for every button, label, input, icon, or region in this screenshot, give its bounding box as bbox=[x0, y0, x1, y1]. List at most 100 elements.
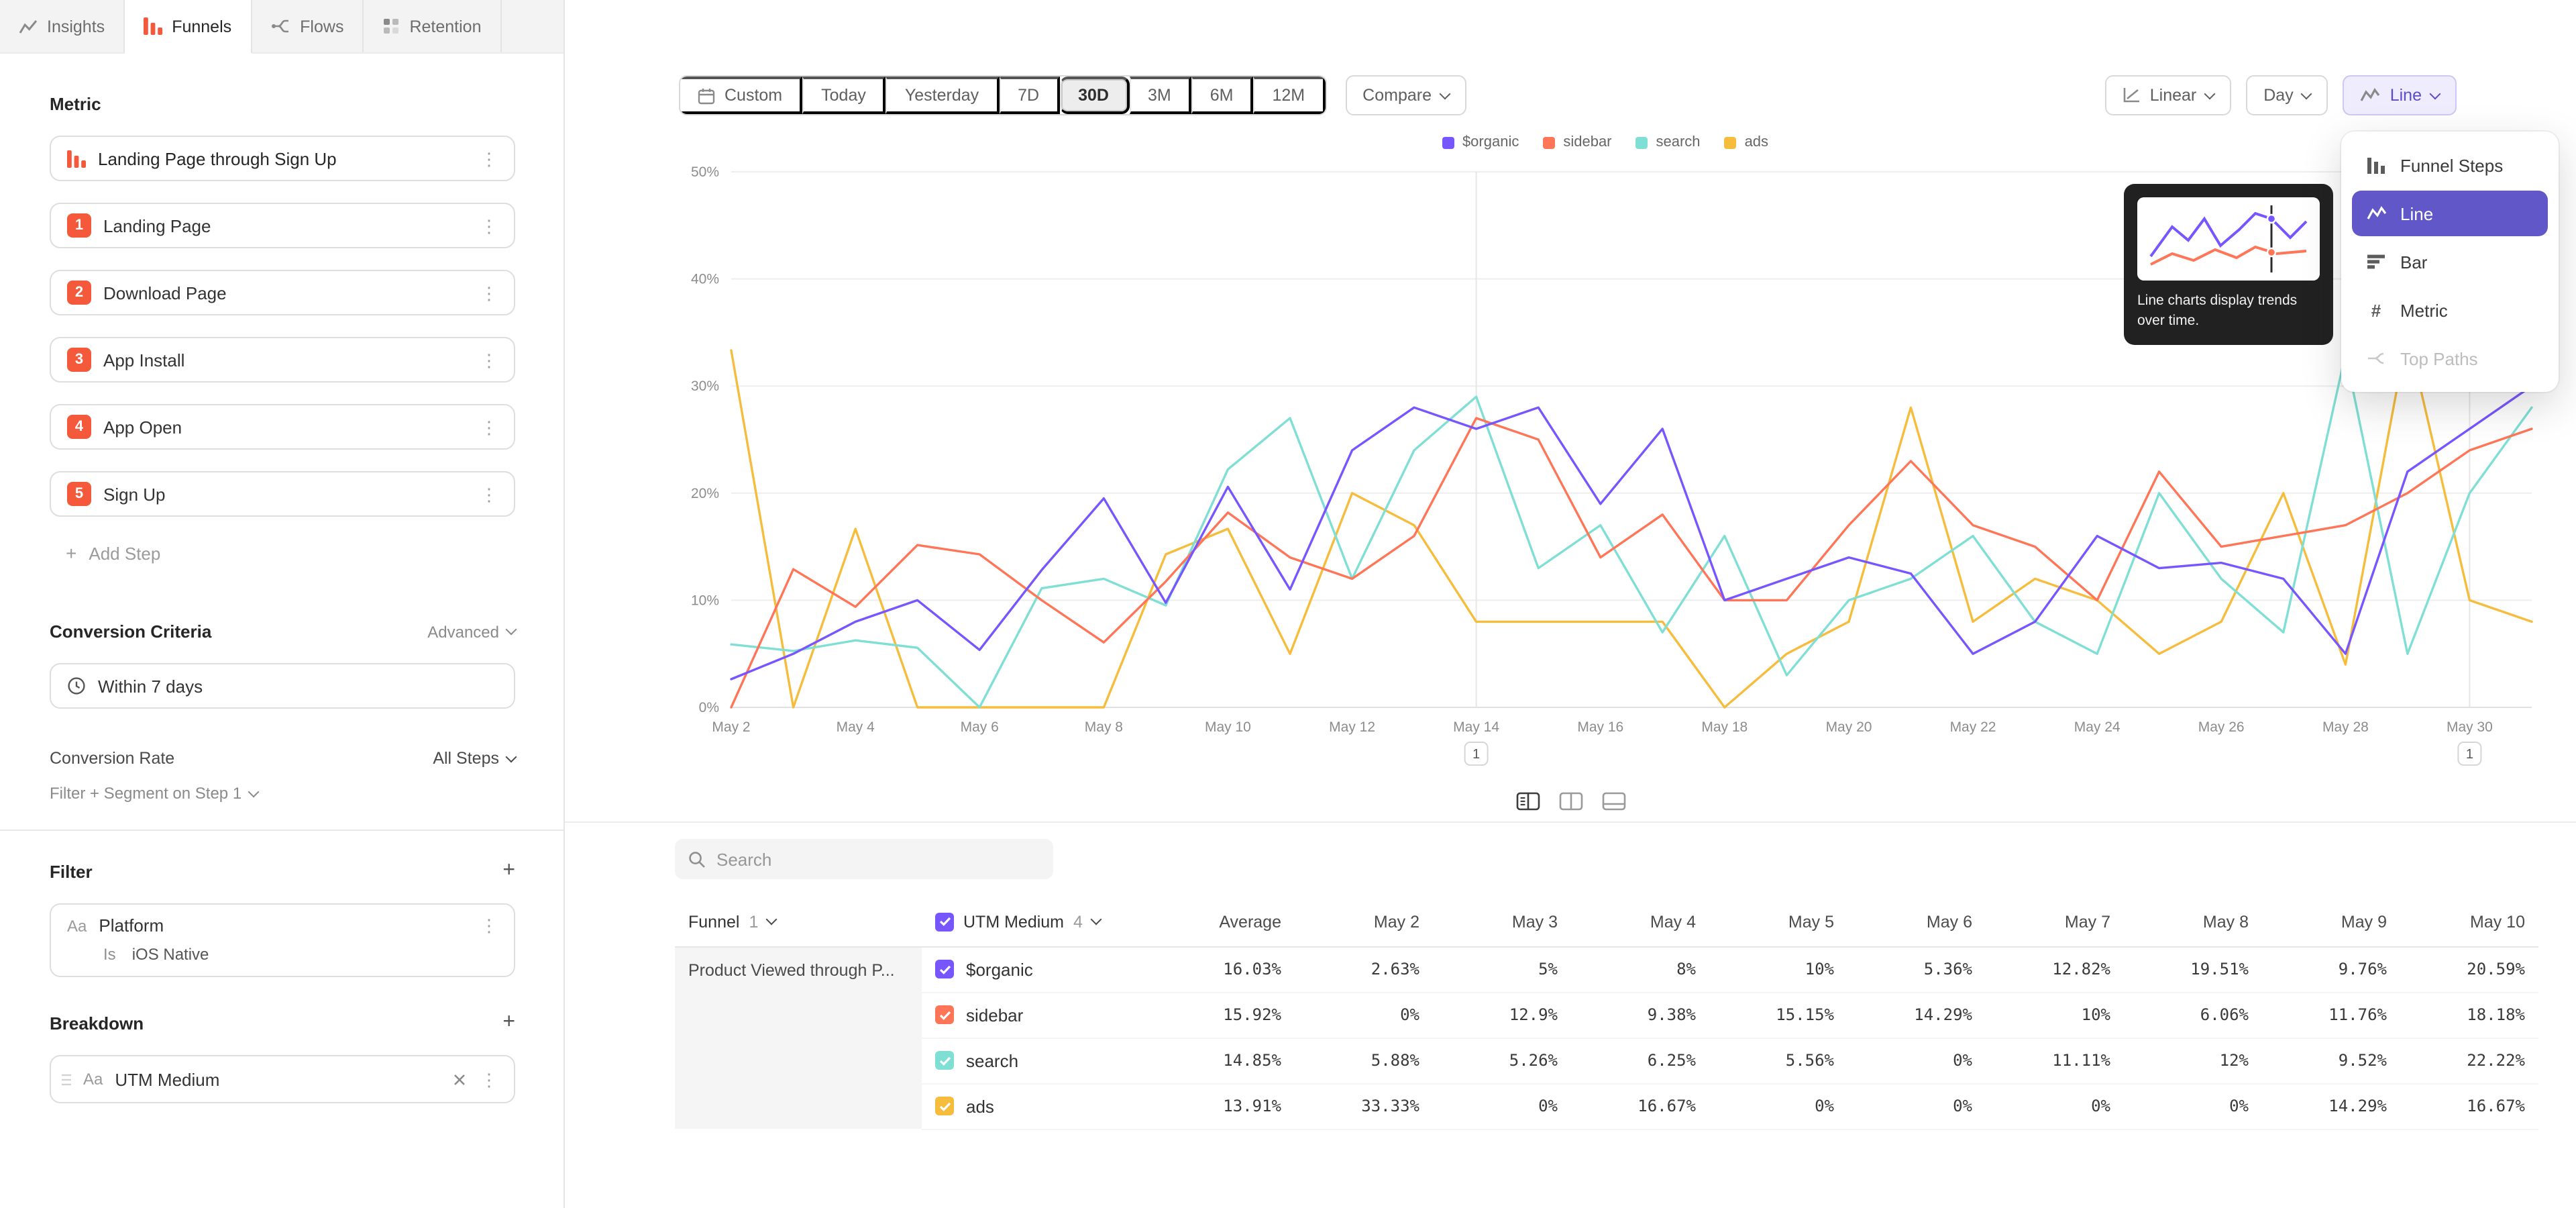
breakdown-column-header[interactable]: UTM Medium4 bbox=[922, 898, 1147, 946]
date-range-6m-button[interactable]: 6M bbox=[1191, 77, 1254, 114]
legend-item-ads[interactable]: ads bbox=[1725, 134, 1769, 150]
breakdown-label: UTM Medium bbox=[115, 1069, 219, 1089]
kebab-menu-icon[interactable]: ⋮ bbox=[478, 284, 500, 301]
all-steps-label: All Steps bbox=[433, 749, 499, 768]
date-range-12m-button[interactable]: 12M bbox=[1254, 77, 1326, 114]
granularity-dropdown-button[interactable]: Day bbox=[2246, 75, 2328, 115]
breakdown-card[interactable]: Aa UTM Medium ⋮ bbox=[50, 1055, 515, 1103]
add-step-button[interactable]: + Add Step bbox=[50, 530, 515, 576]
annotation-badge[interactable]: 1 bbox=[1465, 742, 1488, 765]
date-range-3m-button[interactable]: 3M bbox=[1129, 77, 1191, 114]
button-label: 6M bbox=[1210, 86, 1234, 105]
sidebar: Insights Funnels Flows Retention bbox=[0, 0, 565, 1208]
filter-value: iOS Native bbox=[132, 945, 209, 964]
series-name-cell[interactable]: ads bbox=[922, 1083, 1147, 1129]
insights-icon bbox=[19, 18, 38, 34]
segment-dropdown[interactable]: Filter + Segment on Step 1 bbox=[50, 784, 515, 803]
conversion-criteria-row: Conversion Criteria Advanced bbox=[50, 621, 515, 642]
series-checkbox[interactable] bbox=[935, 1005, 954, 1024]
drag-handle-icon[interactable] bbox=[62, 1073, 71, 1085]
funnel-group-cell[interactable]: Product Viewed through P... bbox=[675, 946, 922, 1129]
tab-insights[interactable]: Insights bbox=[0, 0, 125, 52]
legend-item-sidebar[interactable]: sidebar bbox=[1543, 134, 1611, 150]
plus-icon: + bbox=[66, 542, 76, 564]
series-checkbox[interactable] bbox=[935, 1051, 954, 1070]
legend-swatch bbox=[1725, 136, 1737, 148]
funnel-step-download-page[interactable]: 2Download Page⋮ bbox=[50, 270, 515, 315]
value-cell: 33.33% bbox=[1295, 1083, 1433, 1129]
conversion-window-card[interactable]: Within 7 days bbox=[50, 663, 515, 709]
funnel-step-landing-page[interactable]: 1Landing Page⋮ bbox=[50, 203, 515, 248]
series-checkbox[interactable] bbox=[935, 913, 954, 932]
table-row[interactable]: search14.85%5.88%5.26%6.25%5.56%0%11.11%… bbox=[675, 1038, 2538, 1083]
add-breakdown-button[interactable]: + bbox=[502, 1012, 515, 1034]
date-range-today-button[interactable]: Today bbox=[802, 77, 886, 114]
series-checkbox[interactable] bbox=[935, 1097, 954, 1115]
legend-item-organic[interactable]: $organic bbox=[1442, 134, 1519, 150]
add-step-label: Add Step bbox=[89, 543, 160, 563]
funnel-step-sign-up[interactable]: 5Sign Up⋮ bbox=[50, 471, 515, 517]
value-cell: 18.18% bbox=[2400, 992, 2538, 1038]
kebab-menu-icon[interactable]: ⋮ bbox=[478, 485, 500, 503]
menu-item-funnel-steps[interactable]: Funnel Steps bbox=[2352, 142, 2548, 188]
layout-columns-view-icon[interactable] bbox=[1558, 792, 1582, 811]
series-checkbox[interactable] bbox=[935, 960, 954, 978]
svg-text:May 6: May 6 bbox=[961, 719, 999, 735]
platform-filter-condition[interactable]: Is iOS Native bbox=[67, 945, 500, 964]
date-range-30d-button[interactable]: 30D bbox=[1059, 77, 1129, 114]
compare-button[interactable]: Compare bbox=[1345, 75, 1466, 115]
segment-label: Filter + Segment on Step 1 bbox=[50, 784, 241, 803]
date-range-yesterday-button[interactable]: Yesterday bbox=[886, 77, 999, 114]
remove-breakdown-icon[interactable] bbox=[453, 1073, 466, 1085]
menu-item-top-paths: Top Paths bbox=[2352, 336, 2548, 381]
legend-item-search[interactable]: search bbox=[1636, 134, 1701, 150]
average-value-cell: 16.03% bbox=[1147, 946, 1295, 992]
annotation-badge[interactable]: 1 bbox=[2458, 742, 2481, 765]
tab-retention[interactable]: Retention bbox=[364, 0, 501, 52]
table-row[interactable]: Product Viewed through P...$organic16.03… bbox=[675, 946, 2538, 992]
value-cell: 16.67% bbox=[2400, 1083, 2538, 1129]
date-range-7d-button[interactable]: 7D bbox=[999, 77, 1059, 114]
layout-bottom-view-icon[interactable] bbox=[1601, 792, 1625, 811]
series-name-cell[interactable]: $organic bbox=[922, 946, 1147, 992]
kebab-menu-icon[interactable]: ⋮ bbox=[478, 917, 500, 934]
kebab-menu-icon[interactable]: ⋮ bbox=[478, 418, 500, 436]
search-input[interactable] bbox=[716, 849, 1040, 869]
funnel-step-app-install[interactable]: 3App Install⋮ bbox=[50, 337, 515, 383]
table-row[interactable]: sidebar15.92%0%12.9%9.38%15.15%14.29%10%… bbox=[675, 992, 2538, 1038]
tab-funnels[interactable]: Funnels bbox=[125, 0, 252, 54]
chart-type-dropdown-button[interactable]: Line bbox=[2343, 75, 2457, 115]
menu-item-line[interactable]: Line bbox=[2352, 191, 2548, 236]
series-name-cell[interactable]: search bbox=[922, 1038, 1147, 1083]
svg-text:May 20: May 20 bbox=[1826, 719, 1872, 735]
chart-type-menu: Funnel StepsLineBar#MetricTop Paths bbox=[2341, 132, 2559, 392]
date-column-header: May 2 bbox=[1295, 898, 1433, 946]
chevron-down-icon bbox=[2301, 88, 2312, 99]
kebab-menu-icon[interactable]: ⋮ bbox=[478, 217, 500, 234]
menu-item-metric[interactable]: #Metric bbox=[2352, 287, 2548, 333]
tab-flows[interactable]: Flows bbox=[252, 0, 364, 52]
kebab-menu-icon[interactable]: ⋮ bbox=[478, 351, 500, 368]
string-type-icon: Aa bbox=[83, 1070, 103, 1089]
layout-split-view-icon[interactable] bbox=[1515, 792, 1540, 811]
search-box[interactable] bbox=[675, 839, 1053, 879]
series-name-cell[interactable]: sidebar bbox=[922, 992, 1147, 1038]
value-cell: 12.9% bbox=[1433, 992, 1571, 1038]
table-row[interactable]: ads13.91%33.33%0%16.67%0%0%0%0%14.29%16.… bbox=[675, 1083, 2538, 1129]
date-range-custom-button[interactable]: Custom bbox=[680, 77, 802, 114]
scale-dropdown-button[interactable]: Linear bbox=[2106, 75, 2232, 115]
sidebar-divider bbox=[0, 829, 564, 831]
funnel-step-app-open[interactable]: 4App Open⋮ bbox=[50, 404, 515, 450]
all-steps-dropdown[interactable]: All Steps bbox=[433, 749, 515, 768]
kebab-menu-icon[interactable]: ⋮ bbox=[478, 150, 500, 167]
platform-filter-card[interactable]: Aa Platform ⋮ Is iOS Native bbox=[50, 903, 515, 977]
funnel-column-header[interactable]: Funnel1 bbox=[675, 898, 922, 946]
advanced-dropdown[interactable]: Advanced bbox=[427, 622, 515, 641]
add-filter-button[interactable]: + bbox=[502, 860, 515, 882]
button-label: 30D bbox=[1078, 86, 1109, 105]
funnel-metric-card[interactable]: Landing Page through Sign Up ⋮ bbox=[50, 136, 515, 181]
menu-item-bar[interactable]: Bar bbox=[2352, 239, 2548, 285]
kebab-menu-icon[interactable]: ⋮ bbox=[478, 1070, 500, 1088]
chevron-down-icon bbox=[2204, 88, 2216, 99]
step-label: Download Page bbox=[103, 283, 227, 303]
